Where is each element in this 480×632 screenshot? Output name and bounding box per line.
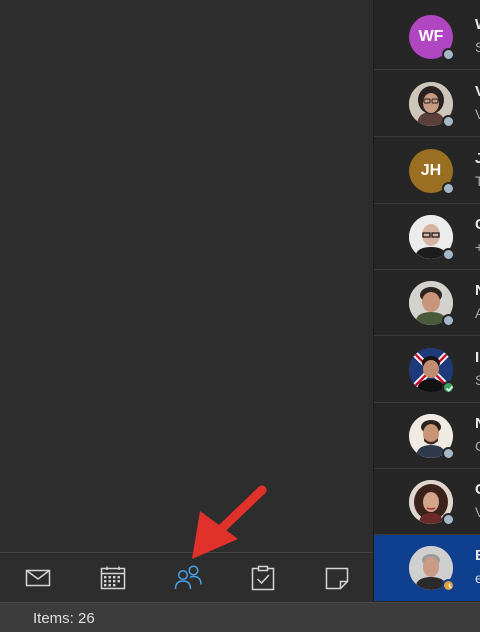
contact-detail: S	[475, 39, 480, 55]
contact-name: J	[475, 150, 480, 167]
contact-row-selected[interactable]: E e	[374, 535, 480, 601]
contact-name: C	[475, 481, 480, 498]
folder-pane	[0, 0, 373, 552]
contact-detail: C	[475, 438, 480, 454]
calendar-icon	[99, 564, 127, 592]
contact-row[interactable]: N A	[374, 270, 480, 336]
calendar-button[interactable]	[99, 564, 127, 592]
people-icon	[174, 564, 202, 592]
contact-detail: +	[475, 239, 480, 255]
contact-detail: V	[475, 504, 480, 520]
contact-name: W	[475, 16, 480, 33]
contact-row[interactable]: JH J T	[374, 138, 480, 204]
people-button[interactable]	[174, 564, 202, 592]
contact-name: C	[475, 216, 480, 233]
contact-name: E	[475, 547, 480, 564]
contact-detail: T	[475, 173, 480, 189]
presence-available-icon	[442, 381, 455, 394]
items-count: Items: 26	[33, 610, 95, 627]
contact-name: V	[475, 83, 480, 100]
mail-icon	[24, 564, 52, 592]
contact-detail: e	[475, 570, 480, 586]
contact-row[interactable]: WF W S	[374, 4, 480, 70]
mail-button[interactable]	[24, 564, 52, 592]
presence-offline-icon	[442, 182, 455, 195]
tasks-icon	[249, 564, 277, 592]
outlook-window: WF W S V V J	[0, 0, 480, 632]
contact-list[interactable]: WF W S V V J	[373, 0, 480, 602]
notes-button[interactable]	[323, 564, 351, 592]
module-navigation-bar	[0, 552, 373, 602]
contact-detail: A	[475, 305, 480, 321]
notes-icon	[323, 564, 351, 592]
contact-name: N	[475, 415, 480, 432]
contact-row[interactable]: N C	[374, 403, 480, 469]
contact-row[interactable]: C V	[374, 469, 480, 535]
presence-away-icon	[442, 579, 455, 592]
contact-name: I	[475, 349, 480, 366]
contact-detail: V	[475, 106, 480, 122]
presence-offline-icon	[442, 248, 455, 261]
presence-offline-icon	[442, 48, 455, 61]
status-bar: Items: 26	[0, 602, 480, 632]
contact-name: N	[475, 282, 480, 299]
contact-row[interactable]: V V	[374, 71, 480, 137]
contact-row[interactable]: C +	[374, 204, 480, 270]
avatar-initials: JH	[420, 162, 442, 179]
avatar-initials: WF	[418, 28, 444, 45]
tasks-button[interactable]	[249, 564, 277, 592]
contact-row[interactable]: I S	[374, 337, 480, 403]
presence-offline-icon	[442, 447, 455, 460]
contact-detail: S	[475, 372, 480, 388]
presence-offline-icon	[442, 115, 455, 128]
presence-offline-icon	[442, 513, 455, 526]
presence-offline-icon	[442, 314, 455, 327]
